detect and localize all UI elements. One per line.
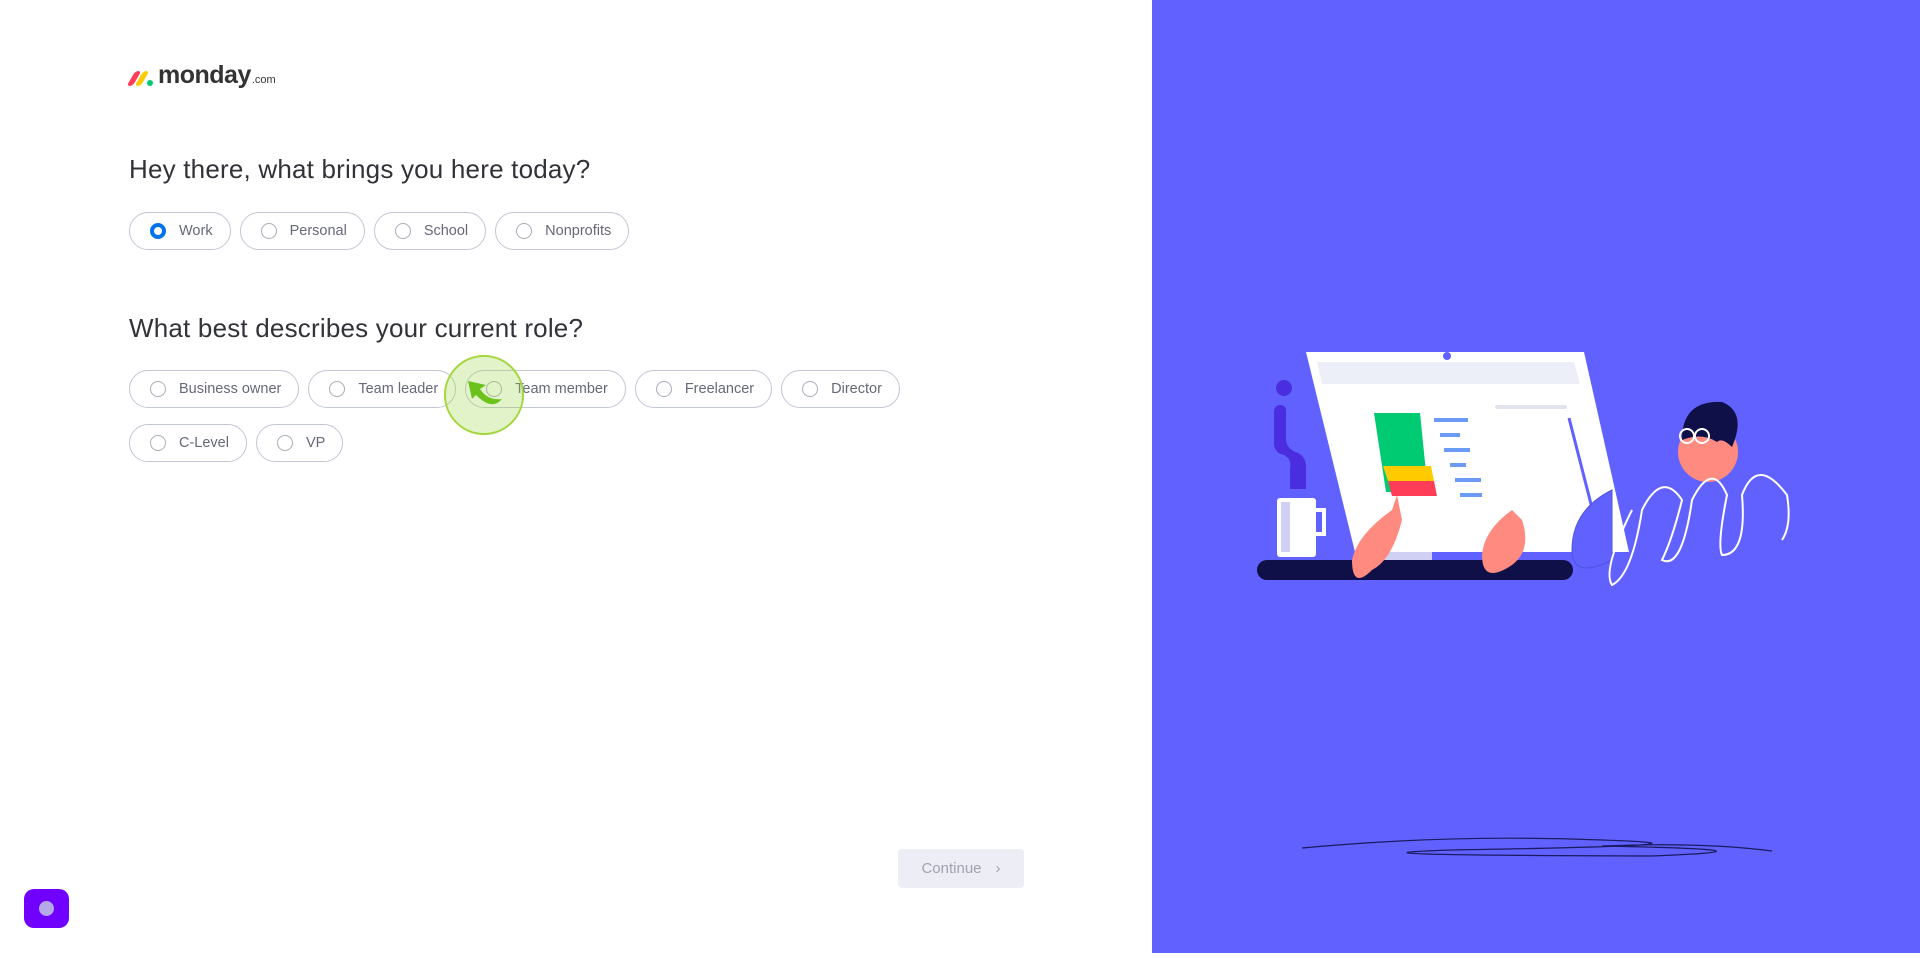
option-label: Director	[831, 381, 882, 397]
option-label: Nonprofits	[545, 223, 612, 239]
signup-form-panel: monday .com Hey there, what brings you h…	[0, 0, 1152, 953]
logo-suffix: .com	[251, 74, 276, 86]
option-label: VP	[305, 435, 326, 451]
chat-icon	[39, 901, 54, 916]
click-indicator	[444, 355, 524, 435]
radio-icon[interactable]	[150, 223, 166, 239]
option-label: Team member	[515, 381, 608, 397]
cursor-arrow-icon	[468, 381, 502, 405]
logo-text: monday	[158, 61, 251, 89]
monday-logo: monday .com	[126, 61, 276, 89]
option-label: School	[423, 223, 469, 239]
option-team-leader[interactable]: Team leader	[308, 370, 457, 408]
radio-icon[interactable]	[655, 381, 672, 397]
radio-icon[interactable]	[394, 223, 411, 239]
option-c-level[interactable]: C-Level	[129, 424, 247, 462]
option-freelancer[interactable]: Freelancer	[634, 370, 773, 408]
logo-mark-icon	[126, 70, 154, 88]
illustration-panel	[1152, 0, 1920, 953]
radio-icon[interactable]	[150, 435, 166, 451]
option-label: Team leader	[358, 381, 439, 397]
chevron-right-icon: ›	[995, 860, 1001, 877]
option-work[interactable]: Work	[129, 212, 231, 250]
option-nonprofits[interactable]: Nonprofits	[495, 212, 630, 250]
continue-label: Continue	[921, 860, 982, 877]
radio-icon[interactable]	[276, 435, 293, 451]
radio-icon[interactable]	[150, 381, 166, 397]
radio-icon[interactable]	[802, 381, 819, 397]
option-director[interactable]: Director	[781, 370, 900, 408]
option-personal[interactable]: Personal	[239, 212, 365, 250]
option-vp[interactable]: VP	[255, 424, 344, 462]
option-school[interactable]: School	[373, 212, 487, 250]
option-label: Business owner	[179, 381, 282, 397]
role-options: Business owner Team leader Team member Free…	[129, 370, 1009, 462]
option-label: Freelancer	[684, 381, 755, 397]
radio-icon[interactable]	[260, 223, 277, 239]
laptop-illustration	[1257, 352, 1790, 857]
option-label: Personal	[289, 223, 347, 239]
role-question: What best describes your current role?	[129, 313, 584, 343]
purpose-question: Hey there, what brings you here today?	[129, 154, 591, 184]
continue-button[interactable]: Continue ›	[898, 849, 1024, 888]
option-business-owner[interactable]: Business owner	[129, 370, 300, 408]
chat-button[interactable]	[24, 889, 69, 928]
radio-icon[interactable]	[329, 381, 346, 397]
purpose-options: Work Personal School Nonprofits	[129, 212, 1009, 250]
option-label: Work	[179, 223, 213, 239]
option-label: C-Level	[179, 435, 229, 451]
radio-icon[interactable]	[516, 223, 533, 239]
